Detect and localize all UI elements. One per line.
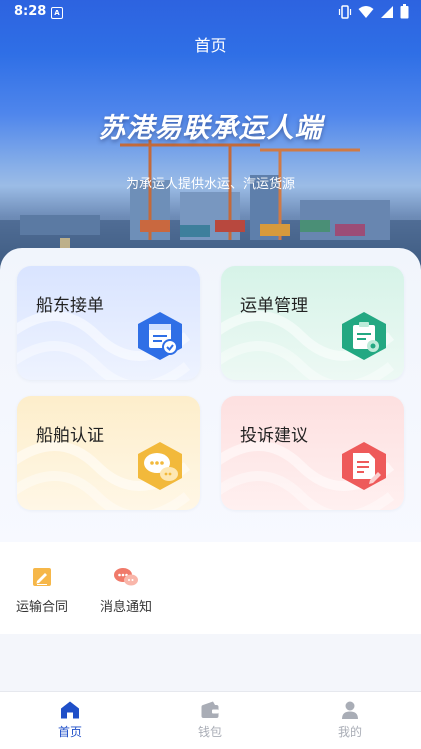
tab-home[interactable]: 首页 [20, 700, 120, 740]
chat-bubbles-icon [138, 442, 182, 490]
status-bar: 8:28 A [0, 0, 421, 26]
tab-label: 首页 [57, 725, 82, 739]
battery-icon [400, 4, 409, 19]
message-icon [114, 568, 138, 586]
status-time: 8:28 [14, 4, 47, 19]
card-shipowner-orders[interactable]: 船东接单 [17, 266, 200, 380]
quick-label: 运输合同 [15, 600, 68, 615]
quick-actions: 运输合同 消息通知 [0, 542, 421, 634]
document-edit-icon [342, 442, 386, 490]
card-vessel-certification[interactable]: 船舶认证 [17, 396, 200, 510]
wifi-icon [358, 5, 374, 18]
home-icon [61, 701, 79, 719]
calendar-check-icon [138, 312, 182, 360]
page-title: 首页 [194, 36, 227, 55]
pencil-note-icon [33, 568, 51, 586]
card-label: 投诉建议 [240, 426, 308, 446]
tab-label: 我的 [337, 725, 362, 739]
clipboard-icon [342, 312, 386, 360]
bottom-tab-bar: 首页 钱包 我的 [0, 691, 421, 749]
card-label: 船舶认证 [36, 426, 104, 446]
notification-icon: A [51, 7, 63, 19]
card-label: 船东接单 [36, 296, 104, 316]
card-waybill-management[interactable]: 运单管理 [221, 266, 404, 380]
signal-icon [381, 5, 393, 18]
hero-title: 苏港易联承运人端 [98, 113, 323, 144]
card-complaints-suggestions[interactable]: 投诉建议 [221, 396, 404, 510]
vibrate-icon [338, 4, 352, 19]
quick-label: 消息通知 [99, 600, 152, 615]
quick-message-notice[interactable]: 消息通知 [91, 566, 161, 615]
wallet-icon [201, 701, 219, 718]
hero-subtitle: 为承运人提供水运、汽运货源 [125, 177, 295, 192]
card-label: 运单管理 [240, 296, 308, 316]
user-icon [342, 701, 358, 719]
tab-mine[interactable]: 我的 [300, 700, 400, 740]
quick-transport-contract[interactable]: 运输合同 [7, 566, 77, 615]
tab-label: 钱包 [197, 725, 222, 739]
tab-wallet[interactable]: 钱包 [160, 700, 260, 740]
status-icons [338, 4, 409, 19]
